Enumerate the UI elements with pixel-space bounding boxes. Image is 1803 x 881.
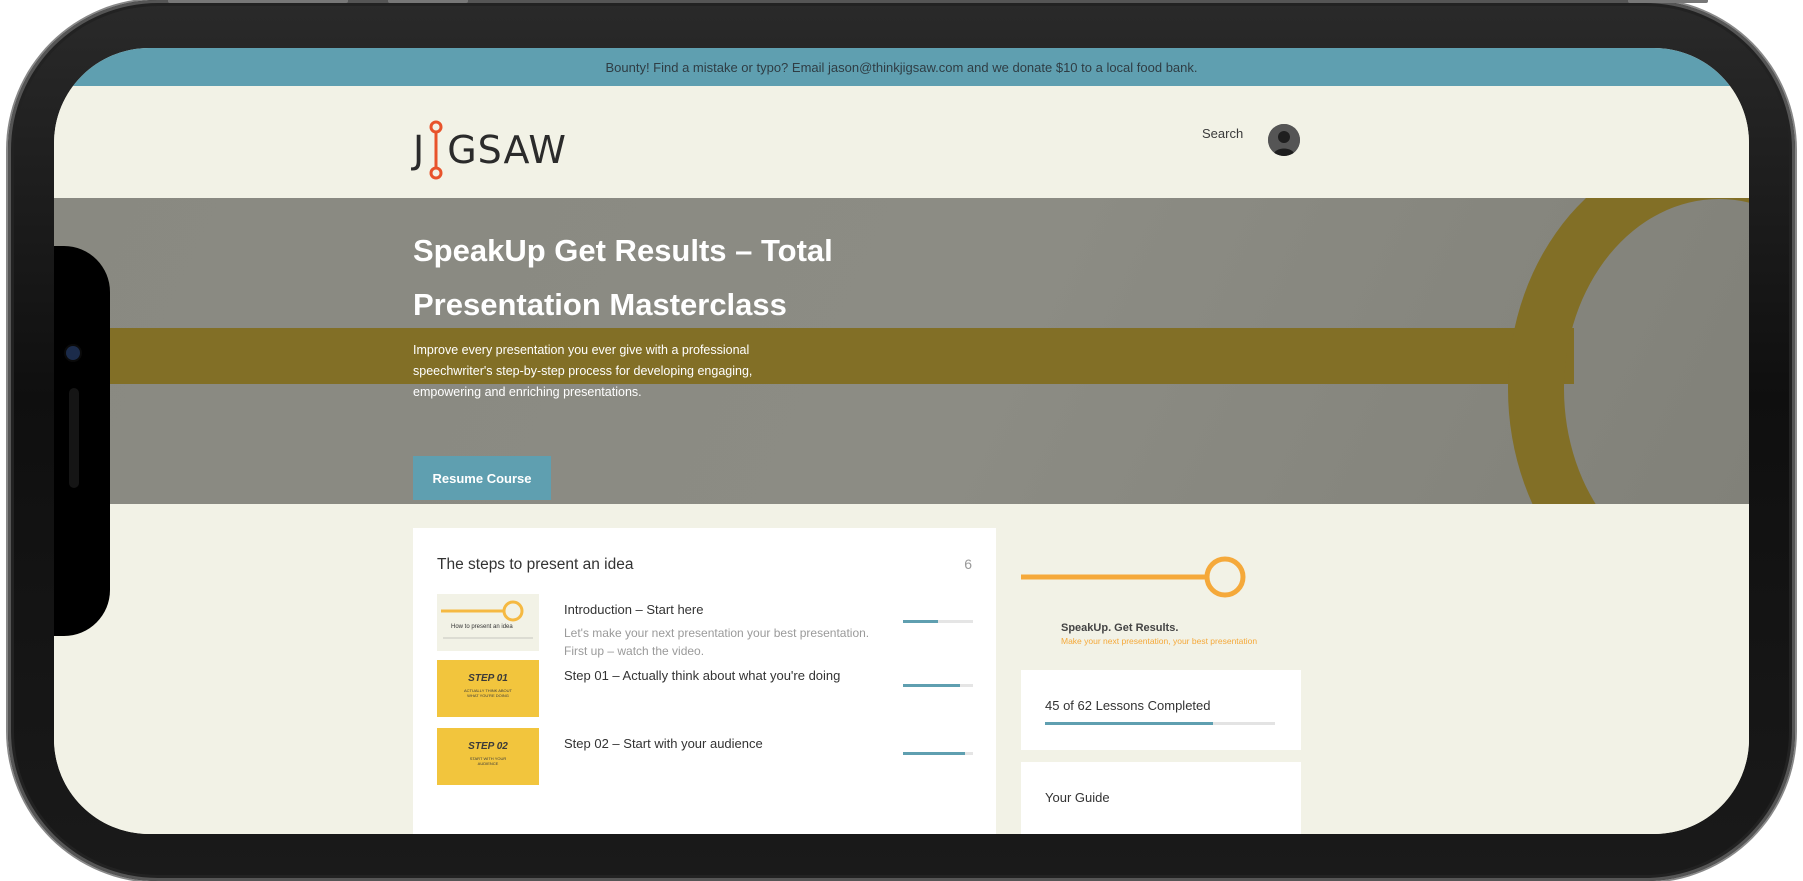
lesson-progress-bar (903, 752, 973, 755)
front-camera (66, 346, 80, 360)
bounty-banner: Bounty! Find a mistake or typo? Email ja… (54, 48, 1749, 86)
logo-pin-icon (427, 119, 445, 181)
guide-card: Your Guide (1021, 762, 1301, 834)
course-description: Improve every presentation you ever give… (413, 343, 753, 399)
logo-text-left: J (413, 128, 426, 172)
lesson-count: 6 (964, 556, 972, 572)
bounty-banner-text: Bounty! Find a mistake or typo? Email ja… (605, 60, 1198, 75)
lesson-progress-fill (903, 752, 965, 755)
lesson-thumbnail: STEP 01 ACTUALLY THINK ABOUT WHAT YOU'RE… (437, 660, 539, 717)
section-title: The steps to present an idea (437, 556, 634, 573)
logo-text-right: GSAW (447, 128, 567, 172)
user-avatar[interactable] (1268, 124, 1300, 156)
lesson-item[interactable]: How to present an idea Introduction – St… (437, 594, 977, 658)
brand-pin-graphic (1021, 556, 1246, 598)
search-link[interactable]: Search (1202, 126, 1243, 141)
progress-card: 45 of 62 Lessons Completed (1021, 670, 1301, 750)
lesson-thumb-subtext: START WITH YOUR AUDIENCE (469, 756, 507, 766)
lesson-item[interactable]: STEP 01 ACTUALLY THINK ABOUT WHAT YOU'RE… (437, 660, 977, 720)
phone-speaker (69, 388, 79, 488)
lesson-item[interactable]: STEP 02 START WITH YOUR AUDIENCE Step 02… (437, 728, 977, 788)
phone-notch (54, 246, 110, 636)
lesson-title[interactable]: Introduction – Start here (564, 602, 703, 617)
lesson-progress-bar (903, 620, 973, 623)
course-title: SpeakUp Get Results – Total Presentation… (413, 224, 853, 332)
brand-title: SpeakUp. Get Results. (1061, 622, 1179, 634)
course-hero: SpeakUp Get Results – Total Presentation… (54, 198, 1749, 504)
course-progress-bar (1045, 722, 1275, 725)
lesson-description: Let's make your next presentation your b… (564, 626, 870, 658)
lesson-thumb-text: STEP 02 (468, 741, 508, 752)
phone-side-button (388, 0, 468, 3)
phone-screen: Bounty! Find a mistake or typo? Email ja… (54, 48, 1749, 834)
lesson-thumb-text: STEP 01 (468, 673, 508, 684)
phone-side-button (168, 0, 348, 3)
course-title-line1: SpeakUp Get Results – Total (413, 233, 833, 268)
course-brand-card: SpeakUp. Get Results. Make your next pre… (1021, 528, 1301, 658)
course-progress-fill (1045, 722, 1213, 725)
user-icon (1268, 124, 1300, 156)
lesson-thumb-text: How to present an idea (451, 624, 513, 630)
lesson-progress-bar (903, 684, 973, 687)
course-title-line2: Presentation Masterclass (413, 287, 787, 322)
guide-title: Your Guide (1045, 790, 1110, 805)
course-content: The steps to present an idea 6 How to pr… (54, 504, 1749, 834)
lesson-thumbnail: How to present an idea (437, 594, 539, 651)
phone-side-button (1628, 0, 1708, 3)
lesson-thumb-subtext: ACTUALLY THINK ABOUT WHAT YOU'RE DOING (463, 688, 512, 698)
lessons-completed-label: 45 of 62 Lessons Completed (1045, 698, 1211, 713)
lesson-title[interactable]: Step 01 – Actually think about what you'… (564, 668, 840, 683)
lesson-progress-fill (903, 620, 938, 623)
lesson-thumbnail: STEP 02 START WITH YOUR AUDIENCE (437, 728, 539, 785)
lesson-title[interactable]: Step 02 – Start with your audience (564, 736, 763, 751)
course-steps-card: The steps to present an idea 6 How to pr… (413, 528, 996, 834)
brand-tagline: Make your next presentation, your best p… (1061, 636, 1258, 646)
hero-decor-ring (1508, 198, 1749, 504)
resume-course-button[interactable]: Resume Course (413, 456, 551, 500)
lesson-progress-fill (903, 684, 961, 687)
site-header (54, 86, 1749, 198)
jigsaw-logo[interactable]: J GSAW (413, 110, 567, 190)
